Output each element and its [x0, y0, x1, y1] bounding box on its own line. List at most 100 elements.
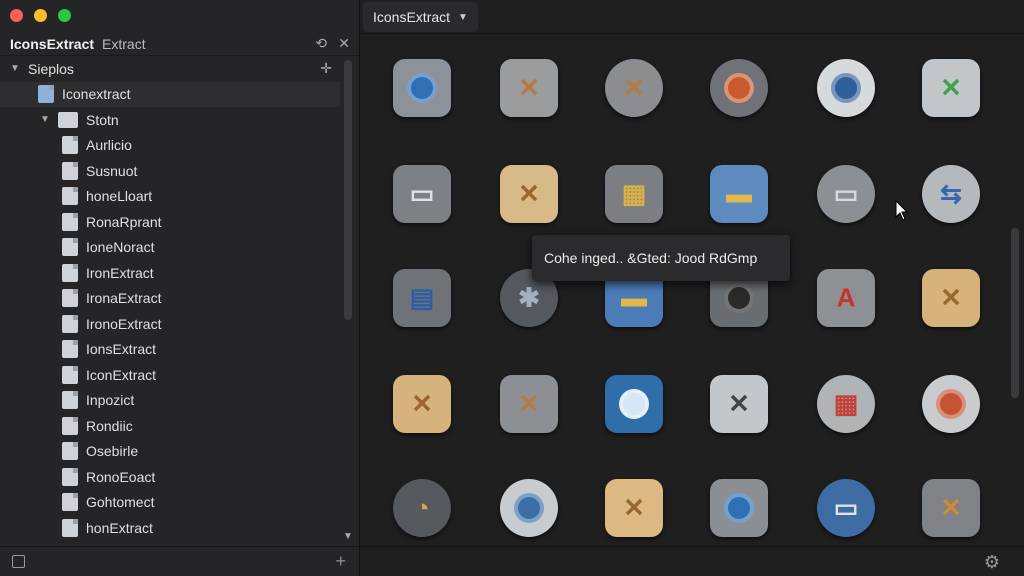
document-icon [62, 391, 78, 410]
icon-cell[interactable] [707, 56, 771, 120]
close-icon[interactable]: ✕ [338, 35, 350, 52]
icon-cell[interactable] [814, 56, 878, 120]
icon-cell[interactable]: ▦ [814, 372, 878, 436]
icon-cell[interactable]: ✕ [497, 162, 561, 226]
icon-cell[interactable]: ▦ [602, 162, 666, 226]
document-icon [62, 238, 78, 257]
square-icon[interactable] [12, 555, 25, 568]
tree-row[interactable]: Susnuot [0, 158, 340, 184]
icon-cell[interactable] [919, 372, 983, 436]
icon-cell[interactable]: A [814, 266, 878, 330]
sidebar-scroll-thumb[interactable] [344, 60, 352, 320]
close-window-button[interactable] [10, 9, 23, 22]
icon-cell[interactable]: ✕ [919, 56, 983, 120]
icon-cell[interactable]: ▭ [814, 162, 878, 226]
icon-cell[interactable]: ✕ [919, 266, 983, 330]
tree-row[interactable]: IronoExtract [0, 311, 340, 337]
add-icon[interactable]: + [335, 551, 346, 572]
icon-cell[interactable]: ✕ [602, 56, 666, 120]
app-window: IconsExtract Extract ⟲ ✕ ▼ Sieplos ✛ Iconex… [0, 0, 1024, 576]
tree-row-label: Susnuot [86, 162, 138, 179]
icon-cell[interactable]: ▤ [390, 266, 454, 330]
folder-gray-icon: ▭ [393, 165, 451, 223]
tree-row[interactable]: IonsExtract [0, 337, 340, 363]
document-icon [62, 187, 78, 206]
tree-row-label: Aurlicio [86, 137, 132, 154]
tree-row[interactable]: Iconextract [0, 81, 340, 107]
tree-row[interactable]: honExtract [0, 515, 340, 541]
tree-row[interactable]: IronExtract [0, 260, 340, 286]
document-icon [62, 442, 78, 461]
sidebar-scrollbar[interactable]: ▼ [342, 56, 354, 544]
document-icon [62, 467, 78, 486]
wrench-dark-icon: ✕ [922, 479, 980, 537]
main-scroll-thumb[interactable] [1011, 228, 1019, 398]
tree-row[interactable]: Rondiic [0, 413, 340, 439]
icon-cell[interactable]: ✕ [497, 56, 561, 120]
folder-icon [58, 111, 78, 128]
tree-row-label: Rondiic [86, 417, 133, 434]
main-footer: ⚙ [361, 546, 1024, 576]
arrows-gear-icon: ⇆ [922, 165, 980, 223]
icon-cell[interactable]: ▭ [814, 476, 878, 540]
tree-row-label: honExtract [86, 519, 153, 536]
gear-icon[interactable]: ⚙ [984, 552, 1000, 573]
tree-row-label: honeLloart [86, 188, 153, 205]
icon-cell[interactable]: ▭ [390, 162, 454, 226]
disclosure-triangle-icon[interactable]: ▼ [8, 63, 22, 74]
icon-cell[interactable]: ✕ [497, 372, 561, 436]
icon-cell[interactable]: ▬ [707, 162, 771, 226]
tree-row[interactable]: Inpozict [0, 388, 340, 414]
tree-row-label: IoneNoract [86, 239, 155, 256]
scroll-down-arrow-icon[interactable]: ▼ [343, 531, 353, 542]
app-name: IconsExtract [10, 35, 95, 52]
minimize-window-button[interactable] [34, 9, 47, 22]
wrench-hammer-icon: ✕ [500, 375, 558, 433]
icon-cell[interactable]: ⇆ [919, 162, 983, 226]
tools-gray-icon: ✕ [500, 59, 558, 117]
document-icon [62, 365, 78, 384]
tree-row-label: Sieplos [28, 60, 74, 77]
document-icon [62, 212, 78, 231]
tree-row[interactable]: honeLloart [0, 184, 340, 210]
folder-gear-icon: ▭ [817, 165, 875, 223]
wrench-white-icon: ✕ [710, 375, 768, 433]
document-icon [62, 263, 78, 282]
tree-row[interactable]: Osebirle [0, 439, 340, 465]
tree-row-label: IronExtract [86, 264, 154, 281]
icon-cell[interactable]: ✕ [390, 372, 454, 436]
chevron-down-icon: ▼ [458, 11, 468, 23]
zoom-window-button[interactable] [58, 9, 71, 22]
main-scrollbar[interactable] [1010, 40, 1020, 540]
disclosure-triangle-icon[interactable]: ▼ [38, 114, 52, 125]
tree-row[interactable]: IronaExtract [0, 286, 340, 312]
document-icon [62, 518, 78, 537]
blue-magnifier-icon [605, 375, 663, 433]
main-panel: IconsExtract ▼ ✕ ✕ ✕ ▭ ✕ ▦ ▬ ▭ ⇆ ▤ ✱ ▬ A ✕ ✕ ✕ ✕ ▦ ◔ ✕ ▭ ✕ Co… [361, 0, 1024, 576]
utility-gear-icon [500, 479, 558, 537]
icon-cell[interactable] [602, 372, 666, 436]
tree-row[interactable]: IoneNoract [0, 235, 340, 261]
icon-cell[interactable]: ✕ [707, 372, 771, 436]
pin-icon[interactable]: ✛ [320, 60, 332, 77]
refresh-icon[interactable]: ⟲ [315, 35, 327, 52]
icon-cell[interactable]: ◔ [390, 476, 454, 540]
tree-row[interactable]: IconExtract [0, 362, 340, 388]
tree-row[interactable]: ▼ Stotn [0, 107, 340, 133]
tab-iconsextract[interactable]: IconsExtract ▼ [363, 2, 478, 32]
tan-tools-icon: ✕ [922, 269, 980, 327]
tooltip: Cohe inged.. &Gted: Jood RdGmp [532, 235, 790, 281]
tree-row[interactable]: Gohtomect [0, 490, 340, 516]
icon-cell[interactable] [497, 476, 561, 540]
tree-row[interactable]: RonoEoact [0, 464, 340, 490]
tree-row[interactable]: Aurlicio [0, 133, 340, 159]
icon-cell[interactable]: ✕ [919, 476, 983, 540]
tree-row[interactable]: RonaRprant [0, 209, 340, 235]
tree-row-label: IonsExtract [86, 341, 157, 358]
tree-row-label: Inpozict [86, 392, 135, 409]
tree-row[interactable]: ▼ Sieplos ✛ [0, 56, 340, 82]
tree-row-label: Stotn [86, 111, 119, 128]
icon-cell[interactable] [390, 56, 454, 120]
icon-cell[interactable] [707, 476, 771, 540]
icon-cell[interactable]: ✕ [602, 476, 666, 540]
